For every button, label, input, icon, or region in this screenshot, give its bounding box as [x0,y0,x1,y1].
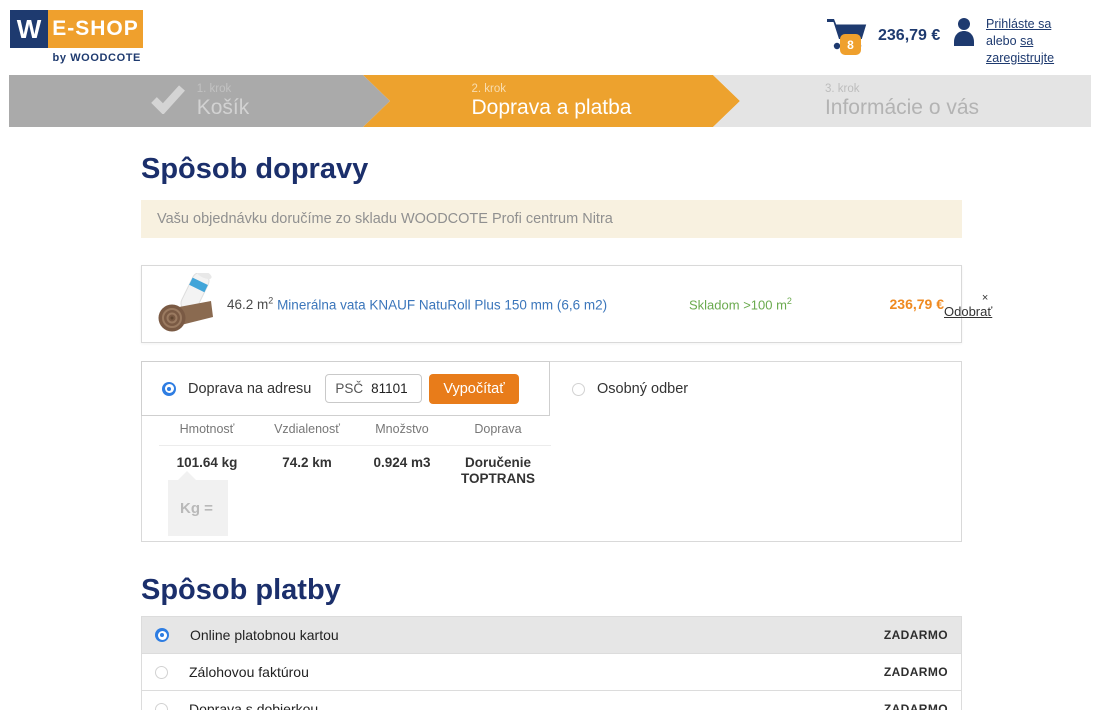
step-label: Doprava a platba [472,96,632,120]
step-cart[interactable]: 1. krok Košík [9,75,390,127]
shop-logo[interactable]: W E-SHOP by WOODCOTE [10,10,143,64]
logo-eshop-text: E-SHOP [48,10,143,48]
step-shipping-payment: 2. krok Doprava a platba [363,75,740,127]
pickup-label: Osobný odber [597,381,688,397]
col-header-distance: Vzdialenosť [255,422,359,436]
logo-w-icon: W [10,10,48,48]
psc-input[interactable]: PSČ 81101 [325,374,422,403]
delivery-option-pickup[interactable]: Osobný odber [572,381,688,397]
payment-price: ZADARMO [884,702,948,710]
main-content: Spôsob dopravy Vašu objednávku doručíme … [141,152,962,710]
payment-options-list: Online platobnou kartou ZADARMO Zálohovo… [141,616,962,710]
value-transport: Doručenie TOPTRANS [445,455,551,487]
header: W E-SHOP by WOODCOTE 8 236,79 € P [0,0,1100,75]
login-link[interactable]: Prihláste sa [986,17,1051,31]
checkout-progress: 1. krok Košík 2. krok Doprava a platba 3… [9,75,1091,127]
payment-label: Doprava s dobierkou [189,701,318,710]
value-distance: 74.2 km [255,455,359,487]
payment-option-cod[interactable]: Doprava s dobierkou ZADARMO [142,691,961,710]
cart-summary[interactable]: 8 236,79 € [824,14,940,58]
step-number: 1. krok [197,83,250,95]
calculate-button[interactable]: Vypočítať [429,374,518,404]
radio-payment-invoice[interactable] [155,666,168,679]
col-header-weight: Hmotnosť [159,422,255,436]
psc-prefix-label: PSČ [335,381,363,396]
shipping-calc-table: Hmotnosť Vzdialenosť Množstvo Doprava 10… [159,422,551,487]
col-header-transport: Doprava [445,422,551,436]
checkmark-icon [150,84,186,119]
value-quantity: 0.924 m3 [359,455,445,487]
cart-count-badge: 8 [840,34,861,55]
step-your-info: 3. krok Informácie o vás [713,75,1091,127]
radio-payment-cod[interactable] [155,703,168,710]
col-header-quantity: Množstvo [359,422,445,436]
shipping-title: Spôsob dopravy [141,152,962,186]
kg-tooltip: Kg = [168,480,228,536]
cart-item-row: 46.2 m2 Minerálna vata KNAUF NatuRoll Pl… [141,265,962,343]
remove-item-link[interactable]: Odobrať [944,304,992,319]
account-area: Prihláste sa alebo sa zaregistrujte [952,16,1100,67]
remove-x-icon: × [982,292,988,304]
delivery-address-label: Doprava na adresu [188,381,311,397]
step-number: 3. krok [825,83,979,95]
payment-title: Spôsob platby [141,573,962,607]
cart-total: 236,79 € [878,27,940,45]
product-price: 236,79 € [839,296,944,312]
step-number: 2. krok [472,83,632,95]
payment-option-card[interactable]: Online platobnou kartou ZADARMO [142,617,961,654]
payment-price: ZADARMO [884,628,948,642]
delivery-option-address[interactable]: Doprava na adresu PSČ 81101 Vypočítať [141,361,550,416]
radio-payment-card[interactable] [155,628,169,642]
logo-byline: by WOODCOTE [10,52,143,64]
psc-value: 81101 [371,381,408,396]
product-quantity: 46.2 m2 [227,297,273,312]
product-image [157,273,213,335]
radio-pickup[interactable] [572,383,585,396]
payment-option-invoice[interactable]: Zálohovou faktúrou ZADARMO [142,654,961,691]
warehouse-notice: Vašu objednávku doručíme zo skladu WOODC… [141,200,962,238]
product-name-link[interactable]: Minerálna vata KNAUF NatuRoll Plus 150 m… [277,297,607,312]
payment-price: ZADARMO [884,665,948,679]
delivery-options-panel: Doprava na adresu PSČ 81101 Vypočítať Os… [141,361,962,542]
payment-label: Zálohovou faktúrou [189,664,309,680]
step-label: Košík [197,96,250,120]
payment-label: Online platobnou kartou [190,627,339,643]
user-icon [952,16,976,67]
or-text: alebo [986,34,1020,48]
stock-status: Skladom >100 m2 [689,296,839,312]
step-label: Informácie o vás [825,96,979,120]
radio-delivery-address[interactable] [162,382,176,396]
